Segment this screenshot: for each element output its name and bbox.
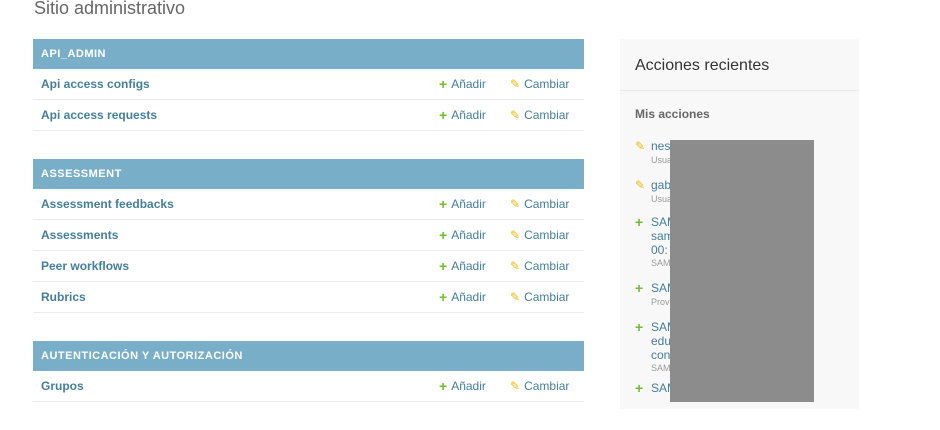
- change-label: Cambiar: [524, 108, 570, 122]
- plus-icon: +: [439, 378, 448, 394]
- recent-action-type: Usua: [651, 194, 673, 204]
- model-link[interactable]: Grupos: [41, 379, 84, 393]
- module-header[interactable]: API_ADMIN: [33, 39, 584, 69]
- change-label: Cambiar: [524, 379, 570, 393]
- pencil-icon: ✎: [510, 108, 521, 122]
- pencil-icon: ✎: [510, 228, 521, 242]
- model-row: Assessments + Añadir ✎ Cambiar: [33, 220, 584, 251]
- pencil-icon: ✎: [510, 290, 521, 304]
- add-label: Añadir: [451, 290, 486, 304]
- plus-icon: +: [439, 289, 448, 305]
- recent-action-type: SAM: [651, 363, 671, 373]
- add-link[interactable]: + Añadir: [439, 77, 486, 91]
- module-header[interactable]: ASSESSMENT: [33, 159, 584, 189]
- model-link[interactable]: Rubrics: [41, 290, 86, 304]
- change-label: Cambiar: [524, 259, 570, 273]
- module-auth: AUTENTICACIÓN Y AUTORIZACIÓN Grupos + Aña…: [33, 341, 584, 402]
- recent-actions-title: Acciones recientes: [620, 39, 859, 91]
- add-link[interactable]: + Añadir: [439, 228, 486, 242]
- pencil-icon: ✎: [510, 197, 521, 211]
- add-label: Añadir: [451, 228, 486, 242]
- model-link[interactable]: Assessments: [41, 228, 118, 242]
- model-link[interactable]: Api access configs: [41, 77, 150, 91]
- module-header[interactable]: AUTENTICACIÓN Y AUTORIZACIÓN: [33, 341, 584, 371]
- change-link[interactable]: ✎ Cambiar: [510, 108, 569, 122]
- add-label: Añadir: [451, 379, 486, 393]
- model-link[interactable]: Assessment feedbacks: [41, 197, 174, 211]
- my-actions-title: Mis acciones: [635, 107, 710, 121]
- pencil-icon: ✎: [510, 379, 521, 393]
- plus-icon: +: [635, 280, 644, 296]
- model-row: Assessment feedbacks + Añadir ✎ Cambiar: [33, 189, 584, 220]
- add-link[interactable]: + Añadir: [439, 259, 486, 273]
- change-link[interactable]: ✎ Cambiar: [510, 379, 569, 393]
- module-assessment: ASSESSMENT Assessment feedbacks + Añadir …: [33, 159, 584, 313]
- plus-icon: +: [635, 319, 644, 335]
- add-label: Añadir: [451, 197, 486, 211]
- model-row: Rubrics + Añadir ✎ Cambiar: [33, 282, 584, 313]
- pencil-icon: ✎: [635, 139, 646, 153]
- plus-icon: +: [635, 380, 644, 396]
- plus-icon: +: [439, 196, 448, 212]
- add-link[interactable]: + Añadir: [439, 108, 486, 122]
- model-link[interactable]: Api access requests: [41, 108, 157, 122]
- change-label: Cambiar: [524, 290, 570, 304]
- model-row: Peer workflows + Añadir ✎ Cambiar: [33, 251, 584, 282]
- model-row: Api access configs + Añadir ✎ Cambiar: [33, 69, 584, 100]
- module-api-admin: API_ADMIN Api access configs + Añadir ✎ Ca…: [33, 39, 584, 131]
- change-link[interactable]: ✎ Cambiar: [510, 197, 569, 211]
- change-link[interactable]: ✎ Cambiar: [510, 77, 569, 91]
- change-link[interactable]: ✎ Cambiar: [510, 228, 569, 242]
- model-row: Grupos + Añadir ✎ Cambiar: [33, 371, 584, 402]
- plus-icon: +: [439, 76, 448, 92]
- pencil-icon: ✎: [635, 178, 646, 192]
- plus-icon: +: [439, 107, 448, 123]
- add-link[interactable]: + Añadir: [439, 197, 486, 211]
- change-link[interactable]: ✎ Cambiar: [510, 259, 569, 273]
- app-module-list: API_ADMIN Api access configs + Añadir ✎ Ca…: [33, 39, 584, 430]
- recent-action-type: Usua: [651, 155, 673, 165]
- add-link[interactable]: + Añadir: [439, 379, 486, 393]
- pencil-icon: ✎: [510, 77, 521, 91]
- recent-action-link[interactable]: nes: [651, 139, 670, 153]
- add-label: Añadir: [451, 259, 486, 273]
- add-label: Añadir: [451, 108, 486, 122]
- change-label: Cambiar: [524, 77, 570, 91]
- model-row: Api access requests + Añadir ✎ Cambiar: [33, 100, 584, 131]
- add-label: Añadir: [451, 77, 486, 91]
- recent-action-link[interactable]: gab: [651, 178, 671, 192]
- plus-icon: +: [439, 227, 448, 243]
- add-link[interactable]: + Añadir: [439, 290, 486, 304]
- pencil-icon: ✎: [510, 259, 521, 273]
- change-label: Cambiar: [524, 197, 570, 211]
- change-link[interactable]: ✎ Cambiar: [510, 290, 569, 304]
- page-title: Sitio administrativo: [34, 0, 186, 18]
- recent-action-type: Prov: [651, 297, 670, 307]
- change-label: Cambiar: [524, 228, 570, 242]
- plus-icon: +: [635, 214, 644, 230]
- plus-icon: +: [439, 258, 448, 274]
- redaction-box: [670, 140, 814, 402]
- recent-action-type: SAM: [651, 258, 671, 268]
- model-link[interactable]: Peer workflows: [41, 259, 129, 273]
